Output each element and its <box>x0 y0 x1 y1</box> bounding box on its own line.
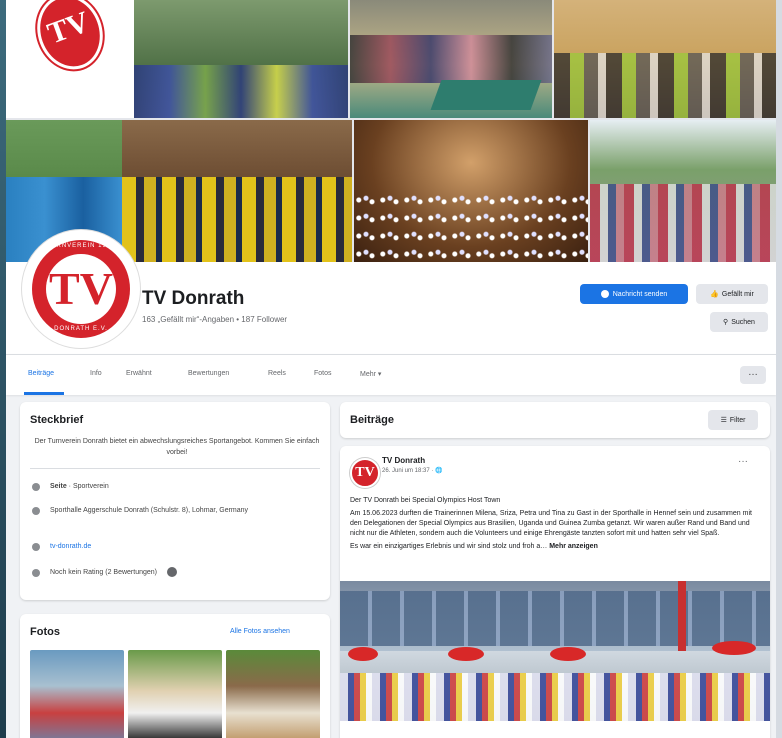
post-tail: Es war ein einzigartiges Erlebnis und wi… <box>350 543 598 550</box>
filter-icon: ☰ <box>720 417 727 424</box>
send-message-button[interactable]: Nachricht senden <box>580 284 688 304</box>
posts-title: Beiträge <box>350 414 395 426</box>
like-page-button[interactable]: 👍 Gefällt mir <box>696 284 768 304</box>
intro-title: Steckbrief <box>30 414 84 426</box>
cover-photo-wheelchair <box>554 0 776 118</box>
cover-logo-tile: TV <box>6 0 134 118</box>
intro-text: Der Turnverein Donrath bietet ein abwech… <box>34 438 320 456</box>
cover-photo-group-yellow <box>122 120 352 262</box>
profile-header: TURNVEREIN 1908 DONRATH E.V. TV TV Donra… <box>6 230 776 354</box>
tab-photos[interactable]: Fotos <box>314 370 332 377</box>
background-edge-right <box>776 0 782 738</box>
logo-ring-text-bottom: DONRATH E.V. <box>54 326 108 332</box>
logo-monogram: TV <box>49 263 113 314</box>
photos-title: Fotos <box>30 626 60 638</box>
page-stats: 163 „Gefällt mir“-Angaben • 187 Follower <box>142 315 288 324</box>
cover-photo-collage[interactable]: TV <box>6 0 776 262</box>
tab-more[interactable]: Mehr ▾ <box>360 370 381 378</box>
post-paragraph: Am 15.06.2023 durften die Trainerinnen M… <box>350 510 752 537</box>
globe-icon: 🌐 <box>435 468 443 474</box>
cover-photo-gym-dance <box>354 120 588 262</box>
post-author-name[interactable]: TV Donrath <box>382 456 425 465</box>
info-icon <box>32 483 40 491</box>
profile-avatar[interactable]: TURNVEREIN 1908 DONRATH E.V. TV <box>22 230 140 348</box>
location-icon <box>32 507 40 515</box>
link-icon <box>32 543 40 551</box>
post-options-button[interactable]: ··· <box>738 456 748 467</box>
search-icon: ⚲ <box>723 319 729 326</box>
post-card: TV TV Donrath 26. Juni um 18:37 · 🌐 ··· … <box>340 446 770 738</box>
divider <box>30 468 320 469</box>
post-headline: Der TV Donrath bei Special Olympics Host… <box>350 497 501 504</box>
info-category: Seite · Sportverein <box>32 482 109 492</box>
intro-card: Steckbrief Der Turnverein Donrath bietet… <box>20 402 330 600</box>
page-title: TV Donrath <box>142 288 245 309</box>
info-website: tv-donrath.de <box>32 542 91 552</box>
photos-card: Fotos Alle Fotos ansehen <box>20 614 330 738</box>
cover-photo-group-street <box>590 120 776 262</box>
facebook-page: TV TURNVEREIN 1908 DONRATH E.V. TV TV Do… <box>6 0 776 738</box>
see-more-link[interactable]: Mehr anzeigen <box>549 543 598 550</box>
tab-reels[interactable]: Reels <box>268 370 286 377</box>
info-circle-icon[interactable] <box>167 567 178 577</box>
tab-posts[interactable]: Beiträge <box>28 370 54 377</box>
like-icon: 👍 <box>710 291 719 298</box>
cover-photo-group-outdoor <box>134 0 348 118</box>
post-image[interactable] <box>340 581 770 721</box>
tab-mentions[interactable]: Erwähnt <box>126 370 152 377</box>
post-date[interactable]: 26. Juni um 18:37 · 🌐 <box>382 467 443 474</box>
cover-photo-table-tennis <box>350 0 552 118</box>
filter-button[interactable]: ☰ Filter <box>708 410 758 430</box>
tab-reviews[interactable]: Bewertungen <box>188 370 229 377</box>
post-author-avatar[interactable]: TV <box>350 458 380 488</box>
photo-thumbnail[interactable] <box>226 650 320 738</box>
see-all-photos-link[interactable]: Alle Fotos ansehen <box>230 628 290 635</box>
post-body: Der TV Donrath bei Special Olympics Host… <box>350 496 758 555</box>
logo-ring-text-top: TURNVEREIN 1908 <box>46 243 116 249</box>
star-icon <box>32 569 40 577</box>
page-tabs: Beiträge Info Erwähnt Bewertungen Reels … <box>6 354 776 395</box>
info-rating: Noch kein Rating (2 Bewertungen) <box>32 567 178 578</box>
club-logo: TV <box>26 0 114 79</box>
photo-thumbnail[interactable] <box>128 650 222 738</box>
search-page-button[interactable]: ⚲ Suchen <box>710 312 768 332</box>
messenger-icon <box>600 290 609 298</box>
page-options-button[interactable]: … <box>740 366 766 384</box>
active-tab-indicator <box>24 392 64 395</box>
photo-thumbnail[interactable] <box>30 650 124 738</box>
website-link[interactable]: tv-donrath.de <box>50 542 91 552</box>
posts-header-card: Beiträge ☰ Filter <box>340 402 770 438</box>
info-address: Sporthalle Aggerschule Donrath (Schulstr… <box>32 506 302 516</box>
tab-info[interactable]: Info <box>90 370 102 377</box>
